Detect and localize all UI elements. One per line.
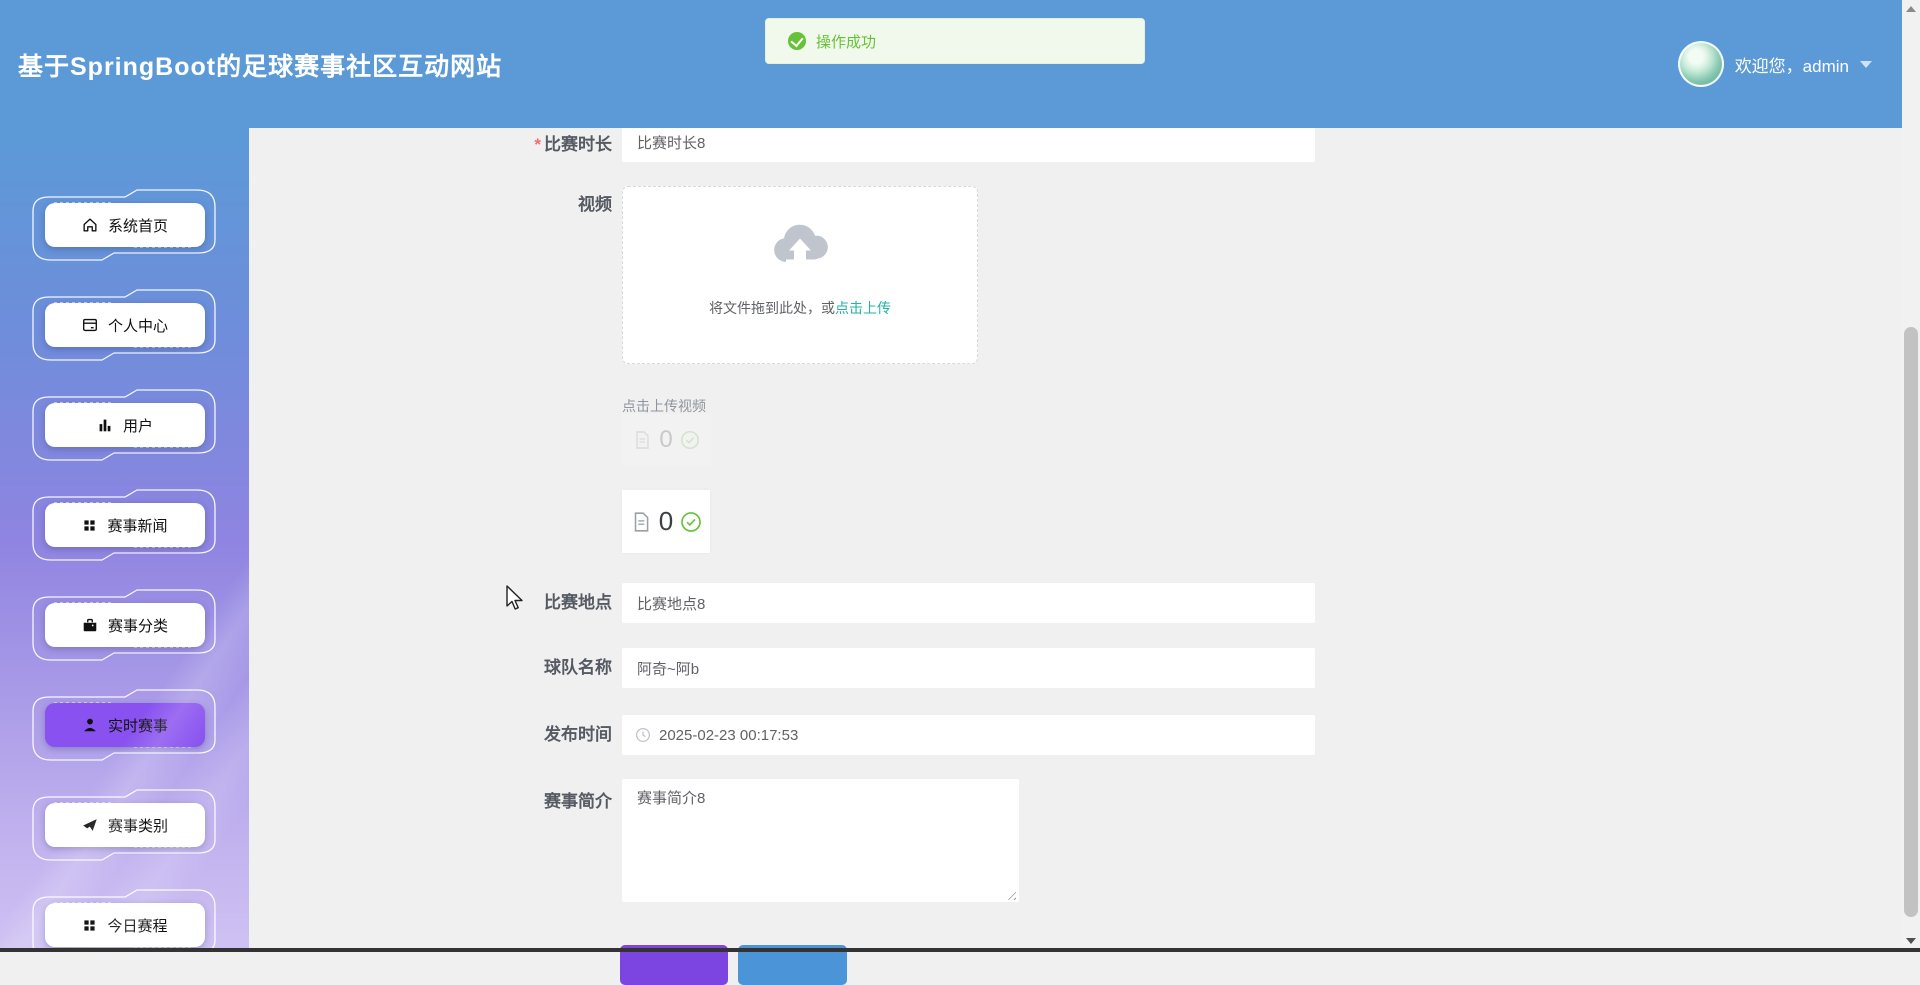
team-name-label: 球队名称	[544, 658, 612, 677]
sidebar-item-today-schedule[interactable]: 今日赛程	[0, 875, 249, 952]
sidebar-item-live-matches[interactable]: 实时赛事	[0, 675, 249, 775]
sidebar-item-label: 赛事新闻	[107, 517, 168, 535]
scroll-up-arrow[interactable]	[1906, 6, 1916, 12]
bar-chart-icon	[96, 416, 114, 434]
frame-decoration	[32, 589, 216, 661]
check-circle-icon	[788, 32, 806, 50]
intro-textarea[interactable]: 赛事简介8	[622, 779, 1019, 902]
frame-decoration	[32, 689, 216, 761]
grid-icon	[81, 517, 98, 534]
location-input[interactable]	[622, 583, 1315, 623]
welcome-text: 欢迎您，admin	[1734, 56, 1849, 76]
intro-label: 赛事简介	[544, 792, 612, 811]
sidebar-item-label: 用户	[122, 417, 153, 435]
sidebar-menu: 系统首页 个人中心 用户 赛事新闻 赛事分类 实时赛事 赛事类别 今日赛程	[0, 128, 249, 952]
dropzone-text: 将文件拖到此处，或	[709, 300, 835, 316]
upload-cloud-icon	[623, 217, 977, 272]
required-mark: *	[534, 135, 541, 154]
upload-file-item[interactable]: 0	[622, 490, 710, 553]
publish-time-value: 2025-02-23 00:17:53	[659, 726, 799, 744]
scrollbar[interactable]	[1902, 0, 1920, 952]
document-icon	[634, 511, 649, 532]
check-circle-icon	[681, 511, 702, 532]
file-count: 0	[658, 506, 674, 536]
sidebar-item-label: 个人中心	[107, 317, 168, 335]
duration-input[interactable]	[622, 122, 1315, 162]
file-count: 0	[659, 426, 673, 453]
paper-plane-icon	[81, 816, 99, 834]
chevron-down-icon[interactable]	[1860, 60, 1872, 68]
user-icon	[81, 716, 99, 734]
video-dropzone[interactable]: 将文件拖到此处，或点击上传	[622, 186, 978, 364]
sidebar-item-categories[interactable]: 赛事分类	[0, 575, 249, 675]
scroll-down-arrow[interactable]	[1906, 938, 1916, 944]
sidebar-item-home[interactable]: 系统首页	[0, 175, 249, 275]
publish-time-label: 发布时间	[544, 725, 612, 744]
success-toast: 操作成功	[765, 18, 1145, 64]
sidebar-item-news[interactable]: 赛事新闻	[0, 475, 249, 575]
site-title: 基于SpringBoot的足球赛事社区互动网站	[18, 53, 503, 81]
sidebar-item-label: 赛事分类	[107, 617, 168, 635]
sidebar-item-match-types[interactable]: 赛事类别	[0, 775, 249, 875]
sidebar-item-label: 实时赛事	[107, 717, 168, 735]
sidebar-item-profile[interactable]: 个人中心	[0, 275, 249, 375]
grid-icon	[81, 917, 98, 934]
document-icon	[636, 431, 650, 449]
upload-hint: 点击上传视频	[622, 398, 706, 414]
video-label: 视频	[578, 195, 612, 214]
sidebar: 系统首页 个人中心 用户 赛事新闻 赛事分类 实时赛事 赛事类别 今日赛程	[0, 128, 249, 952]
frame-decoration	[32, 889, 216, 952]
check-circle-icon	[680, 431, 699, 449]
toast-message: 操作成功	[816, 33, 877, 51]
profile-card-icon	[81, 316, 99, 334]
sidebar-item-label: 今日赛程	[107, 917, 168, 935]
home-icon	[81, 216, 99, 234]
bottom-edge-strip	[0, 948, 1920, 952]
briefcase-icon	[81, 616, 99, 634]
publish-time-input[interactable]: 2025-02-23 00:17:53	[622, 715, 1315, 755]
sidebar-item-label: 赛事类别	[107, 817, 168, 835]
team-name-input[interactable]	[622, 648, 1315, 688]
upload-link[interactable]: 点击上传	[835, 300, 891, 316]
sidebar-item-users[interactable]: 用户	[0, 375, 249, 475]
duration-label: * 比赛时长	[534, 135, 612, 154]
location-label: 比赛地点	[544, 593, 612, 612]
scrollbar-thumb[interactable]	[1904, 327, 1918, 917]
sidebar-item-label: 系统首页	[107, 217, 168, 235]
clock-icon	[635, 727, 651, 743]
frame-decoration	[32, 789, 216, 861]
upload-file-item-ghost: 0	[622, 414, 710, 466]
avatar[interactable]	[1677, 41, 1724, 87]
user-menu[interactable]: 欢迎您，admin	[1677, 0, 1872, 128]
